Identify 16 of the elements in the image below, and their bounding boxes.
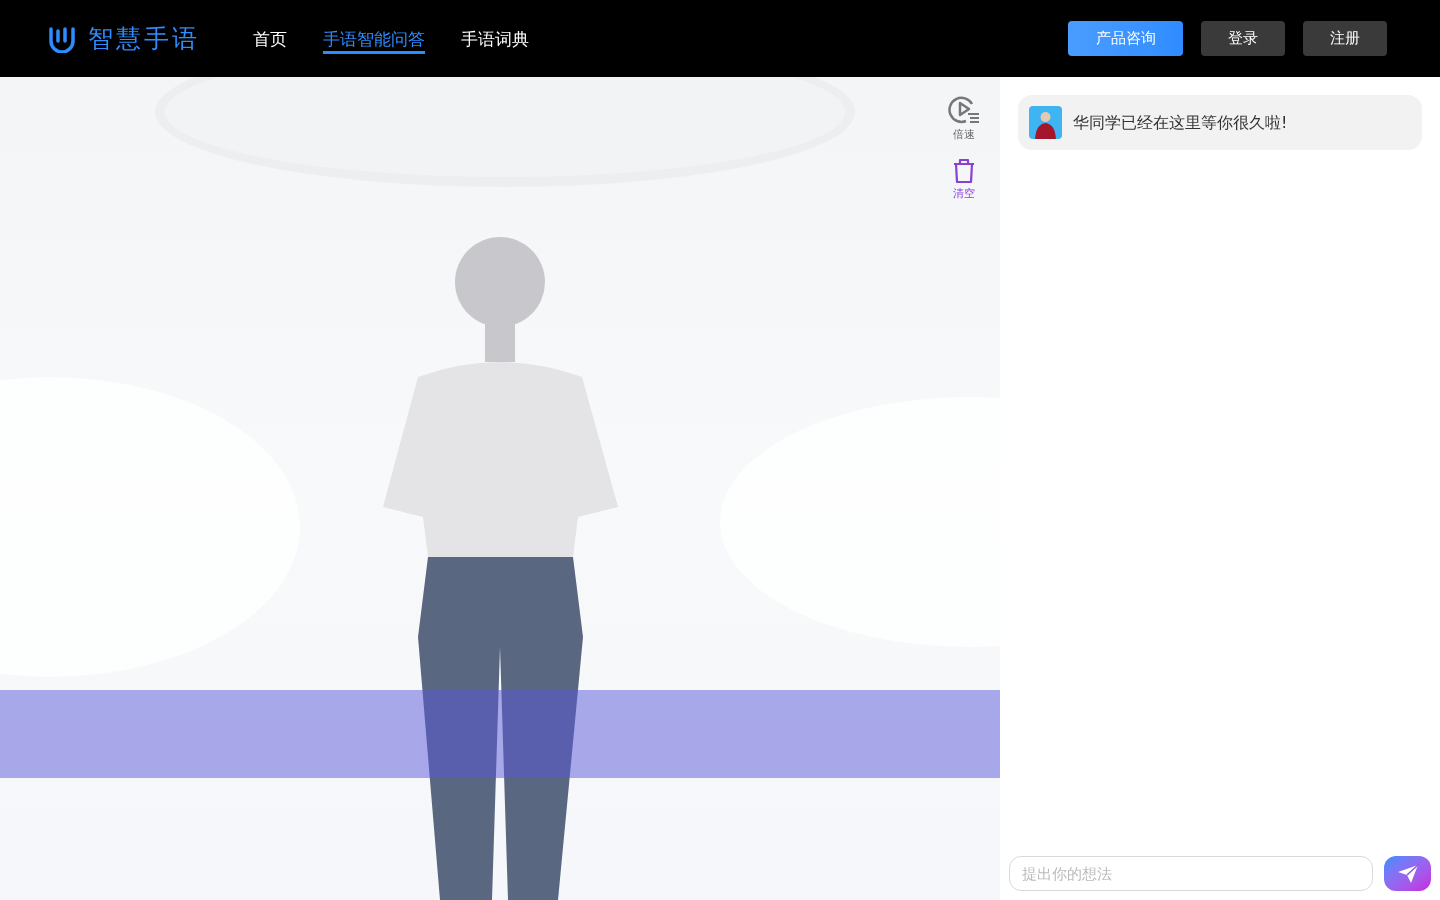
send-button[interactable] [1384,856,1431,891]
nav-tab[interactable]: 手语智能问答 [323,23,425,54]
trash-icon [952,157,976,184]
account-button[interactable]: 注册 [1303,21,1387,56]
account-button[interactable]: 登录 [1201,21,1285,56]
logo-icon [48,24,76,53]
message-text: 华同学已经在这里等你很久啦! [1073,111,1288,134]
nav-tab[interactable]: 手语词典 [461,23,529,54]
brand-name: 智慧手语 [88,22,200,55]
nav-tab[interactable]: 首页 [253,23,287,54]
avatar-icon [1029,106,1062,139]
play-speed-icon [948,95,980,125]
tool-label[interactable]: 倍速 [953,127,975,144]
message-input[interactable]: 提出你的想法 [1009,856,1373,891]
send-icon [1396,863,1419,884]
tool-label[interactable]: 清空 [953,185,975,202]
